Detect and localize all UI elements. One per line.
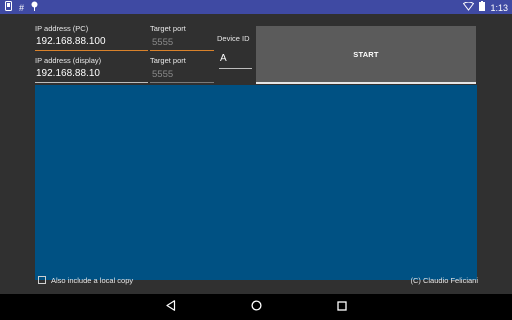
start-button[interactable]: START — [256, 26, 476, 84]
device-id-underline — [219, 68, 252, 69]
port-display-input[interactable]: 5555 — [152, 69, 173, 80]
port-pc-underline — [150, 50, 214, 51]
home-icon — [250, 298, 262, 316]
ip-display-underline — [35, 82, 148, 83]
wifi-icon — [463, 1, 475, 14]
status-bar: # 1:13 — [0, 0, 512, 14]
device-id-label: Device ID — [217, 34, 250, 43]
credits-text: (C) Claudio Feliciani — [410, 276, 478, 285]
recents-button[interactable] — [327, 294, 357, 320]
ip-display-label: IP address (display) — [35, 56, 102, 65]
pin-icon — [31, 1, 38, 14]
back-icon — [166, 298, 176, 316]
ip-pc-underline — [35, 50, 148, 51]
navigation-bar — [0, 294, 512, 320]
port-pc-label: Target port — [150, 24, 186, 33]
local-copy-checkbox[interactable] — [38, 276, 46, 284]
phone-icon — [5, 1, 12, 14]
recents-icon — [337, 298, 347, 316]
device-id-input[interactable]: A — [220, 53, 227, 64]
back-button[interactable] — [156, 294, 186, 320]
ip-pc-input[interactable]: 192.168.88.100 — [36, 36, 106, 47]
ip-pc-label: IP address (PC) — [35, 24, 89, 33]
battery-icon — [479, 1, 486, 14]
display-area[interactable] — [35, 85, 477, 280]
clock: 1:13 — [490, 2, 508, 13]
port-display-label: Target port — [150, 56, 186, 65]
app-content: IP address (PC) 192.168.88.100 Target po… — [0, 14, 512, 294]
port-display-underline — [150, 82, 214, 83]
port-pc-input[interactable]: 5555 — [152, 37, 173, 48]
hash-icon: # — [19, 2, 25, 13]
local-copy-label: Also include a local copy — [51, 276, 134, 285]
home-button[interactable] — [241, 294, 271, 320]
ip-display-input[interactable]: 192.168.88.10 — [36, 68, 100, 79]
